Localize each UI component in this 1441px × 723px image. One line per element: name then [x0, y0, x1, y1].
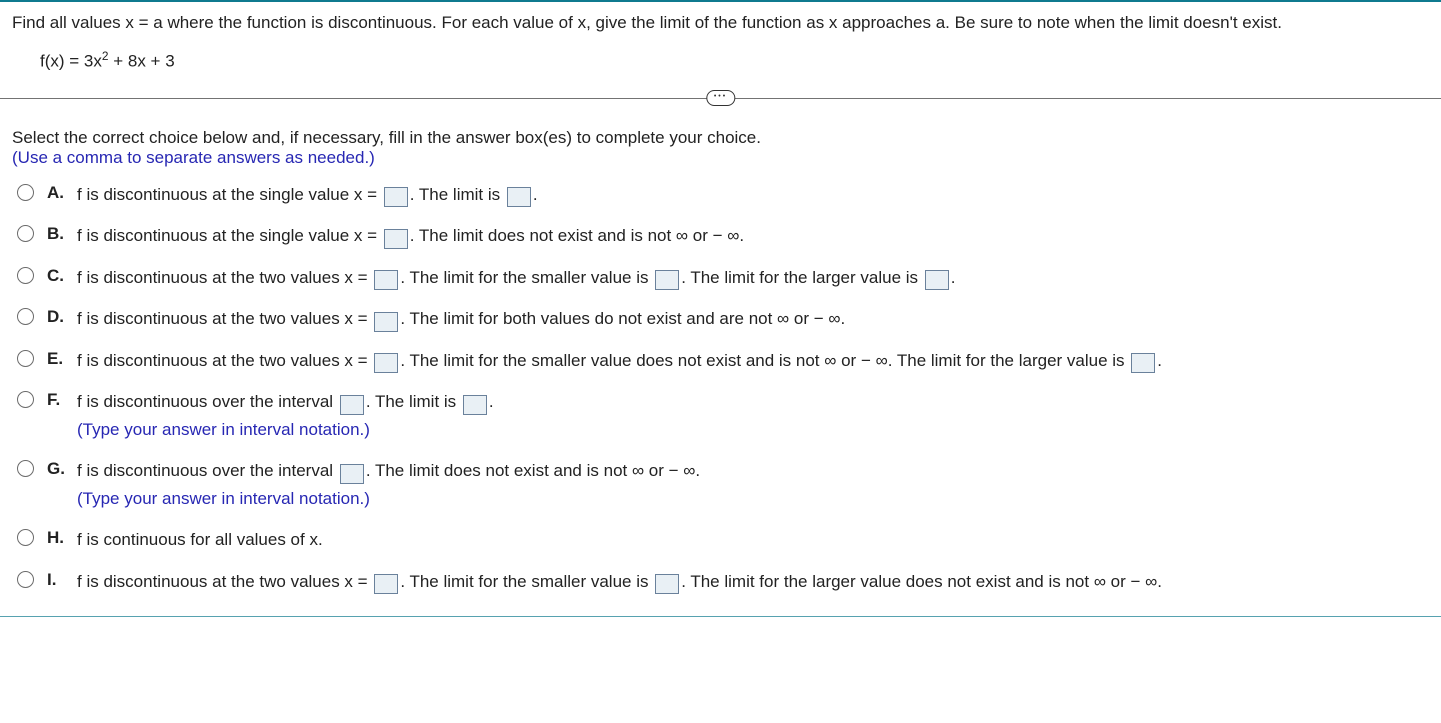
choice-letter: E.: [47, 349, 67, 369]
blank-b-1[interactable]: [384, 229, 408, 249]
choice-e-text-1: f is discontinuous at the two values x =: [77, 351, 372, 370]
function-equation: f(x) = 3x2 + 8x + 3: [12, 49, 1429, 72]
radio-h[interactable]: [17, 529, 34, 546]
blank-g-1[interactable]: [340, 464, 364, 484]
choice-e-text-2: . The limit for the smaller value does n…: [400, 351, 1129, 370]
choice-c-text-1: f is discontinuous at the two values x =: [77, 268, 372, 287]
choice-body: f is discontinuous over the interval . T…: [77, 458, 1429, 511]
blank-i-1[interactable]: [374, 574, 398, 594]
choice-c-text-4: .: [951, 268, 956, 287]
choice-g-text-1: f is discontinuous over the interval: [77, 461, 338, 480]
choice-f-text-2: . The limit is: [366, 392, 461, 411]
choice-body: f is discontinuous at the two values x =…: [77, 306, 1429, 332]
choice-g: G. f is discontinuous over the interval …: [12, 458, 1429, 511]
radio-d[interactable]: [17, 308, 34, 325]
choice-body: f is discontinuous at the two values x =…: [77, 265, 1429, 291]
choices-list: A. f is discontinuous at the single valu…: [0, 168, 1441, 595]
choice-f-text-3: .: [489, 392, 494, 411]
blank-f-1[interactable]: [340, 395, 364, 415]
choice-f: F. f is discontinuous over the interval …: [12, 389, 1429, 442]
choice-letter: B.: [47, 224, 67, 244]
blank-e-1[interactable]: [374, 353, 398, 373]
choice-letter: H.: [47, 528, 67, 548]
choice-i-text-3: . The limit for the larger value does no…: [681, 572, 1162, 591]
blank-i-2[interactable]: [655, 574, 679, 594]
choice-h-text-1: f is continuous for all values of x.: [77, 530, 323, 549]
equation-exponent: 2: [102, 49, 109, 63]
choice-letter: A.: [47, 183, 67, 203]
choice-f-text-1: f is discontinuous over the interval: [77, 392, 338, 411]
choice-b-text-2: . The limit does not exist and is not ∞ …: [410, 226, 744, 245]
choice-i-text-1: f is discontinuous at the two values x =: [77, 572, 372, 591]
blank-d-1[interactable]: [374, 312, 398, 332]
question-area: Find all values x = a where the function…: [0, 12, 1441, 72]
choice-g-note: (Type your answer in interval notation.): [77, 486, 1429, 512]
choice-body: f is continuous for all values of x.: [77, 527, 1429, 553]
radio-e[interactable]: [17, 350, 34, 367]
choice-a-text-2: . The limit is: [410, 185, 505, 204]
choice-d: D. f is discontinuous at the two values …: [12, 306, 1429, 332]
blank-a-2[interactable]: [507, 187, 531, 207]
radio-i[interactable]: [17, 571, 34, 588]
question-prompt: Find all values x = a where the function…: [12, 12, 1429, 35]
choice-f-note: (Type your answer in interval notation.): [77, 417, 1429, 443]
equation-prefix: f(x) = 3x: [40, 52, 102, 71]
choice-e-text-3: .: [1157, 351, 1162, 370]
choice-letter: C.: [47, 266, 67, 286]
blank-a-1[interactable]: [384, 187, 408, 207]
choice-b: B. f is discontinuous at the single valu…: [12, 223, 1429, 249]
radio-f[interactable]: [17, 391, 34, 408]
choice-body: f is discontinuous at the single value x…: [77, 223, 1429, 249]
radio-a[interactable]: [17, 184, 34, 201]
choice-i-text-2: . The limit for the smaller value is: [400, 572, 653, 591]
choice-letter: D.: [47, 307, 67, 327]
choice-body: f is discontinuous over the interval . T…: [77, 389, 1429, 442]
instruction-line-2: (Use a comma to separate answers as need…: [12, 148, 1429, 168]
choice-c-text-2: . The limit for the smaller value is: [400, 268, 653, 287]
choice-g-text-2: . The limit does not exist and is not ∞ …: [366, 461, 700, 480]
choice-i: I. f is discontinuous at the two values …: [12, 569, 1429, 595]
equation-suffix: + 8x + 3: [109, 52, 175, 71]
expand-toggle-icon[interactable]: •••: [706, 90, 735, 106]
instructions: Select the correct choice below and, if …: [0, 128, 1441, 168]
choice-c-text-3: . The limit for the larger value is: [681, 268, 923, 287]
blank-f-2[interactable]: [463, 395, 487, 415]
choice-b-text-1: f is discontinuous at the single value x…: [77, 226, 382, 245]
choice-h: H. f is continuous for all values of x.: [12, 527, 1429, 553]
content-divider: •••: [0, 90, 1441, 106]
choice-e: E. f is discontinuous at the two values …: [12, 348, 1429, 374]
bottom-border: [0, 616, 1441, 617]
blank-e-2[interactable]: [1131, 353, 1155, 373]
choice-a-text-3: .: [533, 185, 538, 204]
choice-a: A. f is discontinuous at the single valu…: [12, 182, 1429, 208]
choice-body: f is discontinuous at the two values x =…: [77, 348, 1429, 374]
radio-c[interactable]: [17, 267, 34, 284]
choice-body: f is discontinuous at the single value x…: [77, 182, 1429, 208]
top-border: [0, 0, 1441, 2]
choice-c: C. f is discontinuous at the two values …: [12, 265, 1429, 291]
choice-body: f is discontinuous at the two values x =…: [77, 569, 1429, 595]
choice-letter: I.: [47, 570, 67, 590]
choice-d-text-2: . The limit for both values do not exist…: [400, 309, 845, 328]
blank-c-2[interactable]: [655, 270, 679, 290]
choice-a-text-1: f is discontinuous at the single value x…: [77, 185, 382, 204]
radio-b[interactable]: [17, 225, 34, 242]
blank-c-3[interactable]: [925, 270, 949, 290]
instruction-line-1: Select the correct choice below and, if …: [12, 128, 1429, 148]
choice-letter: G.: [47, 459, 67, 479]
radio-g[interactable]: [17, 460, 34, 477]
choice-d-text-1: f is discontinuous at the two values x =: [77, 309, 372, 328]
blank-c-1[interactable]: [374, 270, 398, 290]
choice-letter: F.: [47, 390, 67, 410]
